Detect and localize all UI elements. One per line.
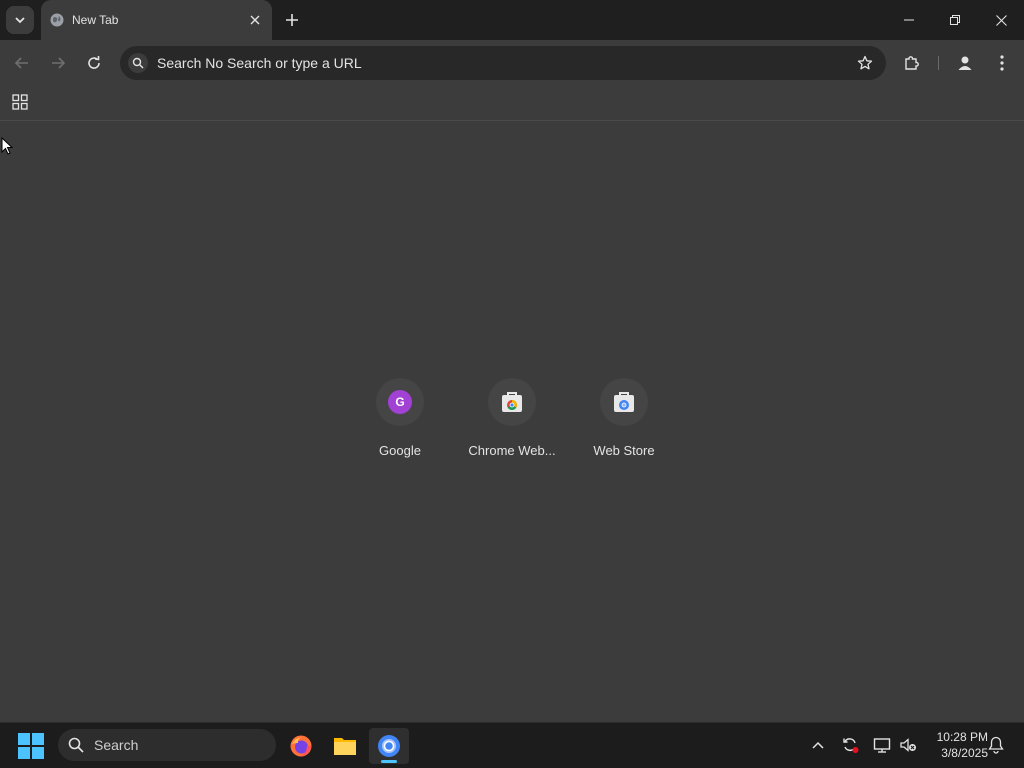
close-icon	[995, 14, 1007, 26]
clock-time: 10:28 PM	[936, 730, 988, 744]
taskbar-app-file-explorer[interactable]	[325, 728, 365, 764]
shortcut-label: Chrome Web...	[468, 443, 556, 458]
search-icon	[128, 53, 148, 73]
shortcut-web-store[interactable]: Web Store	[574, 374, 674, 464]
arrow-left-icon	[14, 57, 28, 69]
sync-error-icon	[843, 738, 859, 753]
shortcut-label: Google	[379, 443, 421, 458]
profile-button[interactable]	[950, 48, 980, 78]
network-tray[interactable]	[872, 735, 892, 755]
shortcut-tile	[488, 378, 536, 426]
tab-search-button[interactable]	[6, 6, 34, 34]
bell-icon	[988, 736, 1004, 754]
file-explorer-icon	[334, 738, 356, 755]
shortcut-tile: G	[376, 378, 424, 426]
tab-new-tab[interactable]: New Tab	[41, 0, 272, 40]
shortcut-chrome-web-store[interactable]: Chrome Web...	[462, 374, 562, 464]
tab-strip: New Tab	[0, 0, 1024, 40]
new-tab-page: G Google Chrome Web... Web Store	[0, 122, 1024, 722]
chevron-up-icon	[812, 741, 824, 749]
active-app-indicator	[381, 760, 397, 763]
close-icon	[250, 15, 260, 25]
chevron-down-icon	[15, 17, 25, 24]
taskbar-app-chrome[interactable]	[369, 728, 409, 764]
web-store-icon	[614, 392, 634, 412]
chrome-icon	[378, 735, 400, 757]
star-icon	[857, 55, 873, 70]
browser-window: New Tab Search No Search or type a URL G…	[0, 0, 1024, 722]
bookmarks-bar	[0, 86, 1024, 121]
start-button[interactable]	[18, 733, 44, 759]
bookmark-star-button[interactable]	[856, 54, 874, 72]
taskbar-clock[interactable]: 10:28 PM 3/8/2025	[924, 729, 988, 761]
forward-button[interactable]	[43, 48, 73, 78]
taskbar-search-box[interactable]: Search	[58, 729, 276, 761]
firefox-icon	[290, 735, 312, 757]
kebab-menu-icon	[1000, 55, 1004, 71]
minimize-button[interactable]	[886, 0, 932, 40]
globe-icon	[50, 13, 64, 27]
address-bar-placeholder: Search No Search or type a URL	[157, 55, 362, 71]
clock-date: 3/8/2025	[941, 746, 988, 760]
show-hidden-icons-button[interactable]	[808, 735, 828, 755]
restore-button[interactable]	[932, 0, 978, 40]
reload-icon	[88, 56, 100, 69]
apps-grid-icon	[12, 94, 28, 110]
chrome-web-store-icon	[502, 392, 522, 412]
taskbar-app-firefox[interactable]	[281, 728, 321, 764]
restore-icon	[950, 15, 960, 25]
new-tab-button[interactable]	[280, 8, 304, 32]
notifications-button[interactable]	[986, 735, 1006, 755]
menu-button[interactable]	[987, 48, 1017, 78]
shortcut-tile	[600, 378, 648, 426]
reload-button[interactable]	[79, 48, 109, 78]
tab-close-button[interactable]	[246, 11, 264, 29]
close-window-button[interactable]	[978, 0, 1024, 40]
shortcut-label: Web Store	[593, 443, 655, 458]
mouse-cursor-icon	[1, 137, 13, 155]
apps-button[interactable]	[8, 90, 32, 114]
avatar-icon	[958, 56, 972, 70]
arrow-right-icon	[52, 57, 66, 69]
taskbar-search-label: Search	[94, 737, 139, 753]
network-icon	[873, 738, 891, 753]
extensions-button[interactable]	[897, 48, 927, 78]
minimize-icon	[904, 19, 914, 21]
tab-title: New Tab	[72, 13, 119, 27]
shortcut-google[interactable]: G Google	[350, 374, 450, 464]
toolbar-divider	[938, 56, 939, 70]
sync-status-tray[interactable]	[840, 735, 860, 755]
taskbar: Search 10:28 PM 3/8/2025	[0, 722, 1024, 768]
google-g-icon: G	[388, 390, 412, 414]
toolbar: Search No Search or type a URL	[0, 40, 1024, 86]
plus-icon	[286, 14, 298, 26]
windows-logo-icon	[18, 733, 30, 745]
puzzle-icon	[905, 56, 919, 70]
volume-tray[interactable]	[898, 735, 918, 755]
volume-muted-icon	[900, 738, 916, 752]
address-bar[interactable]: Search No Search or type a URL	[120, 46, 886, 80]
search-icon	[68, 737, 84, 753]
back-button[interactable]	[7, 48, 37, 78]
